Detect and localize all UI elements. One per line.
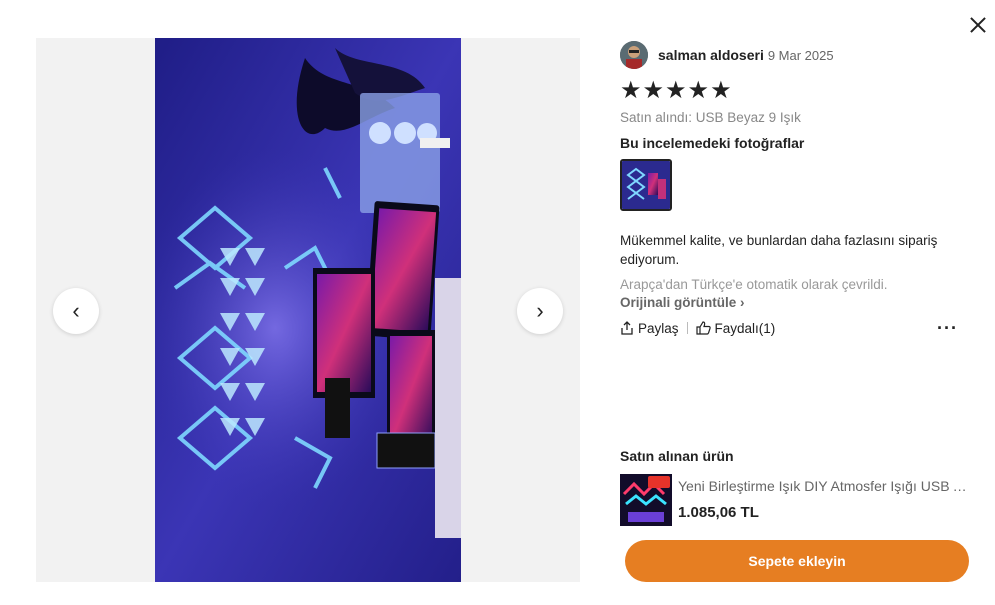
chevron-right-icon: › [740, 295, 745, 310]
star-rating: ★★★★★ [620, 77, 733, 104]
review-details: salman aldoseri 9 Mar 2025 ★★★★★ Satın a… [620, 38, 970, 338]
helpful-button[interactable]: Faydalı(1) [695, 320, 776, 336]
product-name[interactable]: Yeni Birleştirme Işık DIY Atmosfer Işığı… [678, 478, 968, 494]
product-image[interactable] [620, 474, 672, 526]
next-photo-button[interactable]: › [517, 288, 563, 334]
view-original-label: Orijinali görüntüle [620, 295, 737, 310]
close-icon[interactable] [966, 13, 990, 37]
review-photo [155, 38, 461, 582]
review-date: 9 Mar 2025 [767, 47, 834, 63]
photo-thumbnail[interactable] [620, 159, 672, 211]
chevron-left-icon: ‹ [72, 298, 80, 323]
reviewer-header: salman aldoseri 9 Mar 2025 [620, 38, 970, 72]
divider [686, 322, 688, 334]
share-button[interactable]: Paylaş [620, 321, 679, 336]
purchased-product-title: Satın alınan ürün [620, 448, 734, 464]
avatar [620, 41, 648, 69]
reviewer-name[interactable]: salman aldoseri [658, 47, 764, 63]
product-row[interactable]: Yeni Birleştirme Işık DIY Atmosfer Işığı… [620, 474, 970, 526]
share-label: Paylaş [638, 320, 679, 336]
purchased-variant: Satın alındı: USB Beyaz 9 Işık [620, 110, 801, 125]
review-modal: ‹ › salman aldoseri 9 Mar 2025 ★★★★★ Sat… [0, 0, 995, 605]
review-actions: Paylaş Faydalı(1) ··· [620, 318, 970, 338]
previous-photo-button[interactable]: ‹ [53, 288, 99, 334]
product-info: Yeni Birleştirme Işık DIY Atmosfer Işığı… [678, 474, 968, 526]
share-icon [621, 321, 633, 335]
add-to-cart-button[interactable]: Sepete ekleyin [625, 540, 969, 582]
more-options-icon[interactable]: ··· [937, 318, 958, 339]
thumbs-up-icon [695, 321, 711, 335]
view-original-link[interactable]: Orijinali görüntüle › [620, 295, 970, 310]
chevron-right-icon: › [536, 298, 544, 323]
photos-section-title: Bu incelemedeki fotoğraflar [620, 135, 805, 151]
review-text: Mükemmel kalite, ve bunlardan daha fazla… [620, 233, 938, 267]
helpful-label: Faydalı(1) [714, 320, 776, 336]
translation-note: Arapça'dan Türkçe'e otomatik olarak çevr… [620, 277, 888, 292]
photo-viewer: ‹ › [36, 38, 580, 582]
product-price: 1.085,06 TL [678, 504, 759, 521]
purchased-product: Satın alınan ürün Yeni Birleştirme Işık … [620, 448, 970, 526]
